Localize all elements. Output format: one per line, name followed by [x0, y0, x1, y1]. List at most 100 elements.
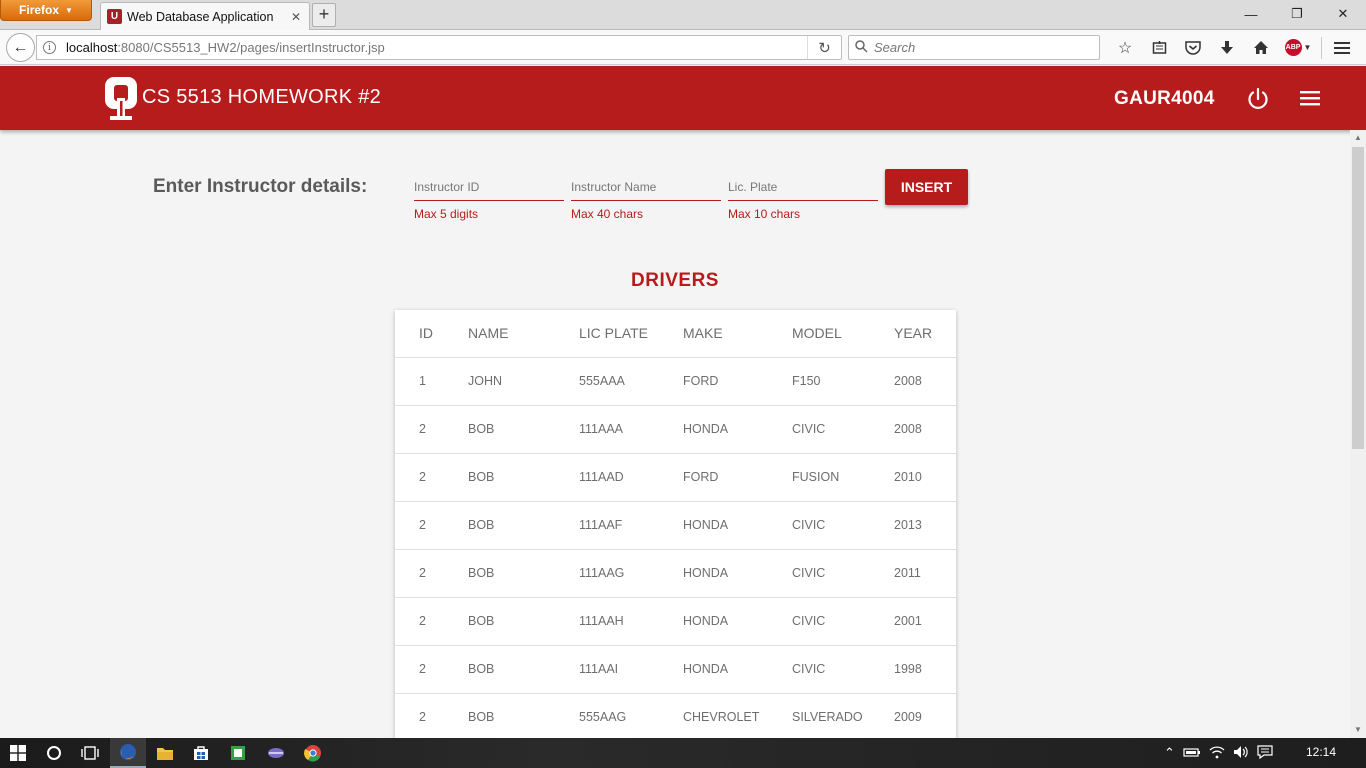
site-info-icon[interactable]: i — [43, 41, 56, 54]
table-row[interactable]: 2 BOB 111AAH HONDA CIVIC 2001 — [395, 597, 956, 646]
back-arrow-icon[interactable]: ← — [6, 33, 35, 62]
close-window-icon[interactable]: ✕ — [1320, 0, 1366, 28]
column-header-model[interactable]: MODEL — [792, 310, 894, 358]
cell-lic-plate: 111AAA — [579, 405, 683, 454]
table-row[interactable]: 2 BOB 111AAG HONDA CIVIC 2011 — [395, 549, 956, 598]
drivers-table: ID NAME LIC PLATE MAKE MODEL YEAR 1 JOHN 5… — [395, 310, 956, 738]
url-path: :8080/CS5513_HW2/pages/insertInstructor.… — [117, 40, 385, 55]
cell-year: 2010 — [894, 453, 956, 502]
url-bar[interactable]: i localhost :8080/CS5513_HW2/pages/inser… — [36, 35, 842, 60]
cell-model: F150 — [792, 357, 894, 406]
cell-id: 2 — [395, 645, 468, 694]
table-row[interactable]: 2 BOB 111AAI HONDA CIVIC 1998 — [395, 645, 956, 694]
table-row[interactable]: 1 JOHN 555AAA FORD F150 2008 — [395, 357, 956, 406]
cell-lic-plate: 555AAG — [579, 693, 683, 738]
action-center-icon[interactable] — [1257, 744, 1273, 762]
hamburger-menu-icon[interactable] — [1325, 35, 1359, 60]
task-view-icon[interactable] — [72, 738, 108, 768]
browser-tab-strip: Firefox ▼ U Web Database Application ✕ +… — [0, 0, 1366, 30]
page-scrollbar[interactable]: ▲ ▼ — [1350, 130, 1366, 738]
ou-logo[interactable] — [104, 76, 138, 120]
firefox-icon[interactable] — [110, 738, 146, 768]
reading-list-icon[interactable] — [1142, 35, 1176, 60]
cell-year: 2013 — [894, 501, 956, 550]
home-icon[interactable] — [1244, 35, 1278, 60]
cell-make: CHEVROLET — [683, 693, 792, 738]
search-placeholder: Search — [874, 40, 916, 55]
scroll-up-icon[interactable]: ▲ — [1350, 130, 1366, 146]
cell-model: FUSION — [792, 453, 894, 502]
firefox-menu-label: Firefox — [19, 3, 60, 17]
cell-year: 2011 — [894, 549, 956, 598]
battery-icon[interactable] — [1183, 746, 1201, 761]
table-row[interactable]: 2 BOB 111AAA HONDA CIVIC 2008 — [395, 405, 956, 454]
system-tray: ⌃ — [1164, 738, 1273, 768]
wifi-icon[interactable] — [1209, 745, 1225, 762]
browser-tab[interactable]: U Web Database Application ✕ — [100, 2, 310, 30]
caret-down-icon: ▼ — [1303, 43, 1312, 52]
download-icon[interactable] — [1210, 35, 1244, 60]
app-icon-2[interactable] — [258, 738, 294, 768]
column-header-name[interactable]: NAME — [468, 310, 579, 358]
search-icon — [855, 39, 868, 56]
cell-name: BOB — [468, 549, 579, 598]
lic-plate-input[interactable] — [728, 174, 878, 201]
lic-plate-field: Max 10 chars — [728, 174, 878, 221]
drivers-table-card: ID NAME LIC PLATE MAKE MODEL YEAR 1 JOHN 5… — [395, 310, 956, 738]
instructor-id-input[interactable] — [414, 174, 564, 201]
search-bar[interactable]: Search — [848, 35, 1100, 60]
column-header-make[interactable]: MAKE — [683, 310, 792, 358]
table-row[interactable]: 2 BOB 555AAG CHEVROLET SILVERADO 2009 — [395, 693, 956, 738]
browser-toolbar: ☆ ABP ▼ — [1108, 35, 1359, 60]
browser-nav-bar: ← i localhost :8080/CS5513_HW2/pages/ins… — [0, 30, 1366, 65]
cortana-icon[interactable] — [36, 738, 72, 768]
cell-id: 2 — [395, 501, 468, 550]
window-controls: — ❐ ✕ — [1228, 0, 1366, 28]
pocket-icon[interactable] — [1176, 35, 1210, 60]
insert-button[interactable]: INSERT — [885, 169, 968, 205]
cell-id: 1 — [395, 357, 468, 406]
scrollbar-thumb[interactable] — [1352, 147, 1364, 449]
firefox-menu-button[interactable]: Firefox ▼ — [0, 0, 92, 21]
table-row[interactable]: 2 BOB 111AAD FORD FUSION 2010 — [395, 453, 956, 502]
column-header-id[interactable]: ID — [395, 310, 468, 358]
store-icon[interactable] — [183, 738, 219, 768]
cell-model: SILVERADO — [792, 693, 894, 738]
close-tab-icon[interactable]: ✕ — [289, 10, 303, 24]
bookmark-star-icon[interactable]: ☆ — [1108, 35, 1142, 60]
tab-title: Web Database Application — [127, 9, 274, 24]
show-hidden-icons-icon[interactable]: ⌃ — [1164, 745, 1175, 761]
power-icon[interactable] — [1245, 86, 1271, 112]
menu-icon[interactable] — [1298, 88, 1322, 108]
minimize-icon[interactable]: — — [1228, 0, 1274, 28]
lic-plate-hint: Max 10 chars — [728, 207, 801, 221]
cell-lic-plate: 111AAH — [579, 597, 683, 646]
instructor-name-input[interactable] — [571, 174, 721, 201]
taskbar-clock[interactable]: 12:14 — [1306, 745, 1336, 759]
app-icon[interactable] — [220, 738, 256, 768]
windows-start-icon[interactable] — [0, 738, 36, 768]
toolbar-separator — [1321, 36, 1322, 59]
column-header-year[interactable]: YEAR — [894, 310, 956, 358]
file-explorer-icon[interactable] — [147, 738, 183, 768]
cell-model: CIVIC — [792, 501, 894, 550]
column-header-lic-plate[interactable]: LIC PLATE — [579, 310, 683, 358]
table-header-row: ID NAME LIC PLATE MAKE MODEL YEAR — [395, 310, 956, 358]
new-tab-button[interactable]: + — [312, 3, 336, 27]
cell-year: 2009 — [894, 693, 956, 738]
restore-icon[interactable]: ❐ — [1274, 0, 1320, 28]
chrome-icon[interactable] — [295, 738, 331, 768]
cell-name: BOB — [468, 405, 579, 454]
scroll-down-icon[interactable]: ▼ — [1350, 722, 1366, 738]
ou-favicon-icon: U — [107, 9, 122, 24]
table-row[interactable]: 2 BOB 111AAF HONDA CIVIC 2013 — [395, 501, 956, 550]
reload-icon[interactable]: ↻ — [807, 36, 841, 59]
user-name: GAUR4004 — [1114, 88, 1215, 109]
cell-make: HONDA — [683, 405, 792, 454]
url-host: localhost — [66, 40, 118, 55]
cell-id: 2 — [395, 453, 468, 502]
cell-lic-plate: 111AAF — [579, 501, 683, 550]
instructor-name-field: Max 40 chars — [571, 174, 721, 221]
volume-icon[interactable] — [1233, 745, 1249, 762]
adblock-icon[interactable]: ABP ▼ — [1278, 39, 1318, 56]
